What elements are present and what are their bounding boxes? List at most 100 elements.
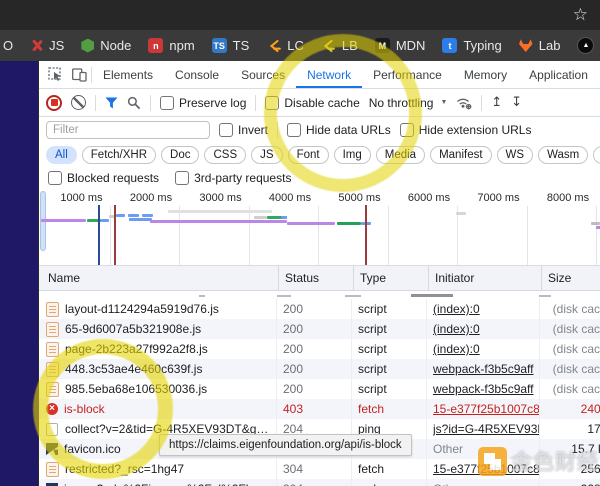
network-conditions-icon[interactable] xyxy=(456,96,472,110)
cell-name[interactable]: 65-9d6007a5b321908e.js xyxy=(39,319,276,339)
tab-console[interactable]: Console xyxy=(164,61,230,88)
filter-chip-media[interactable]: Media xyxy=(376,146,425,164)
inspect-element-icon[interactable] xyxy=(43,61,67,88)
table-row[interactable]: 448.3c53ae4e460c639f.js200scriptwebpack-… xyxy=(39,359,600,379)
bookmark-js[interactable]: JS xyxy=(30,38,64,53)
checkbox-icon xyxy=(175,171,189,185)
throttling-dropdown[interactable]: No throttling ▼ xyxy=(369,96,448,110)
node-hexagon-icon xyxy=(81,39,94,53)
status-value: 200 xyxy=(283,302,303,316)
tab-memory[interactable]: Memory xyxy=(453,61,518,88)
initiator-link[interactable]: (index):0 xyxy=(433,302,480,316)
network-overview-timeline[interactable]: 1000 ms2000 ms3000 ms4000 ms5000 ms6000 … xyxy=(39,189,600,266)
hide-extension-urls-checkbox[interactable]: Hide extension URLs xyxy=(400,123,532,137)
cell-name[interactable]: restricted?_rsc=1hg47 xyxy=(39,459,276,479)
bookmark-node[interactable]: Node xyxy=(81,38,131,53)
waterfall-segment xyxy=(456,212,466,215)
column-header-name[interactable]: Name xyxy=(39,266,278,290)
column-header-type[interactable]: Type xyxy=(353,266,428,290)
bookmark-star-icon[interactable]: ☆ xyxy=(573,5,588,25)
cell-name[interactable]: 985.5eba68e106530036.js xyxy=(39,379,276,399)
tab-sources[interactable]: Sources xyxy=(230,61,296,88)
table-row[interactable]: 985.5eba68e106530036.js200scriptwebpack-… xyxy=(39,379,600,399)
status-value: 200 xyxy=(283,342,303,356)
preserve-log-checkbox[interactable]: Preserve log xyxy=(160,96,246,110)
bookmark-mdn[interactable]: MMDN xyxy=(375,38,426,53)
export-har-icon[interactable]: ↧ xyxy=(511,96,522,109)
blocked-requests-checkbox[interactable]: Blocked requests xyxy=(48,171,159,185)
bookmark-ts[interactable]: TSTS xyxy=(212,38,250,53)
column-header-size[interactable]: Size xyxy=(541,266,600,290)
request-name: image?url=%2Fimages%2Fel%2Flo… xyxy=(64,482,267,486)
bookmark-v[interactable]: ▲V xyxy=(577,37,600,54)
tab-performance[interactable]: Performance xyxy=(362,61,453,88)
third-party-requests-checkbox[interactable]: 3rd-party requests xyxy=(175,171,291,185)
filter-chip-font[interactable]: Font xyxy=(288,146,329,164)
device-toolbar-icon[interactable] xyxy=(67,61,91,88)
cell-name[interactable]: 448.3c53ae4e460c639f.js xyxy=(39,359,276,379)
bookmark-lb[interactable]: LB xyxy=(321,38,358,53)
bookmark-npm[interactable]: nnpm xyxy=(148,38,194,53)
search-icon[interactable] xyxy=(127,96,141,110)
checkbox-icon xyxy=(219,123,233,137)
clear-network-log-button[interactable] xyxy=(71,95,86,110)
initiator-link[interactable]: (index):0 xyxy=(433,342,480,356)
cell-name[interactable]: image?url=%2Fimages%2Fel%2Flo… xyxy=(39,479,276,486)
filter-chip-all[interactable]: All xyxy=(46,146,77,164)
filter-chip-img[interactable]: Img xyxy=(334,146,371,164)
timeline-tick-label: 4000 ms xyxy=(269,192,311,204)
type-value: webp xyxy=(358,482,387,486)
table-row[interactable]: 65-9d6007a5b321908e.js200script(index):0… xyxy=(39,319,600,339)
disable-cache-checkbox[interactable]: Disable cache xyxy=(265,96,359,110)
tab-network[interactable]: Network xyxy=(296,61,362,88)
initiator-link[interactable]: webpack-f3b5c9aff xyxy=(433,382,534,396)
filter-chip-wasm[interactable]: Wasm xyxy=(538,146,588,164)
table-row[interactable]: page-2b223a27f992a2f8.js 200 script (index)… xyxy=(39,339,600,359)
bookmark-typing[interactable]: tTyping xyxy=(442,38,501,53)
filter-chip-js[interactable]: JS xyxy=(251,146,282,164)
chevron-down-icon: ▼ xyxy=(440,99,447,106)
bookmark-lc[interactable]: LC xyxy=(266,38,304,53)
tab-application[interactable]: Application xyxy=(518,61,599,88)
import-har-icon[interactable]: ↥ xyxy=(491,96,502,109)
initiator-value: Other xyxy=(433,482,463,486)
checkbox-icon xyxy=(48,171,62,185)
bookmark-o[interactable]: O xyxy=(3,38,13,53)
filter-chip-ws[interactable]: WS xyxy=(497,146,534,164)
cell-size: (disk cac… xyxy=(539,339,600,359)
waterfall-segment xyxy=(116,214,125,217)
table-row[interactable]: image?url=%2Fimages%2Fel%2Flo…304webpOth… xyxy=(39,479,600,486)
cell-name[interactable]: is-block xyxy=(39,399,276,419)
script-icon xyxy=(46,382,59,397)
filter-funnel-icon[interactable] xyxy=(105,97,118,109)
filter-chip-other[interactable]: Other xyxy=(593,146,600,164)
initiator-link[interactable]: 15-e377f25b1007c8 xyxy=(433,402,539,416)
filter-chip-css[interactable]: CSS xyxy=(204,146,246,164)
hide-extension-urls-label: Hide extension URLs xyxy=(419,123,532,137)
timeline-tick-label: 5000 ms xyxy=(338,192,380,204)
type-value: script xyxy=(358,342,387,356)
table-row[interactable]: is-block403fetch15-e377f25b1007c8240 B xyxy=(39,399,600,419)
timeline-tick-label: 7000 ms xyxy=(477,192,519,204)
tab-elements[interactable]: Elements xyxy=(92,61,164,88)
cell-name[interactable]: layout-d1124294a5919d76.js xyxy=(39,299,276,319)
hide-data-urls-checkbox[interactable]: Hide data URLs xyxy=(287,123,391,137)
initiator-link[interactable]: (index):0 xyxy=(433,322,480,336)
bookmark-lab[interactable]: Lab xyxy=(519,38,561,53)
timeline-tick-label: 6000 ms xyxy=(408,192,450,204)
initiator-link[interactable]: webpack-f3b5c9aff xyxy=(433,362,534,376)
record-network-log-button[interactable] xyxy=(46,95,62,111)
initiator-link[interactable]: js?id=G-4R5XEV93D xyxy=(433,422,539,436)
column-header-status[interactable]: Status xyxy=(278,266,353,290)
cell-name[interactable]: page-2b223a27f992a2f8.js xyxy=(39,339,276,359)
column-header-initiator[interactable]: Initiator xyxy=(428,266,541,290)
table-row[interactable]: layout-d1124294a5919d76.js 200 script (inde… xyxy=(39,299,600,319)
type-value: script xyxy=(358,302,387,316)
request-name: is-block xyxy=(64,402,105,416)
filter-chip-doc[interactable]: Doc xyxy=(161,146,199,164)
filter-chip-manifest[interactable]: Manifest xyxy=(430,146,491,164)
doc-icon xyxy=(46,423,58,436)
filter-chip-fetch-xhr[interactable]: Fetch/XHR xyxy=(82,146,156,164)
filter-input[interactable] xyxy=(46,121,210,139)
invert-checkbox[interactable]: Invert xyxy=(219,123,268,137)
